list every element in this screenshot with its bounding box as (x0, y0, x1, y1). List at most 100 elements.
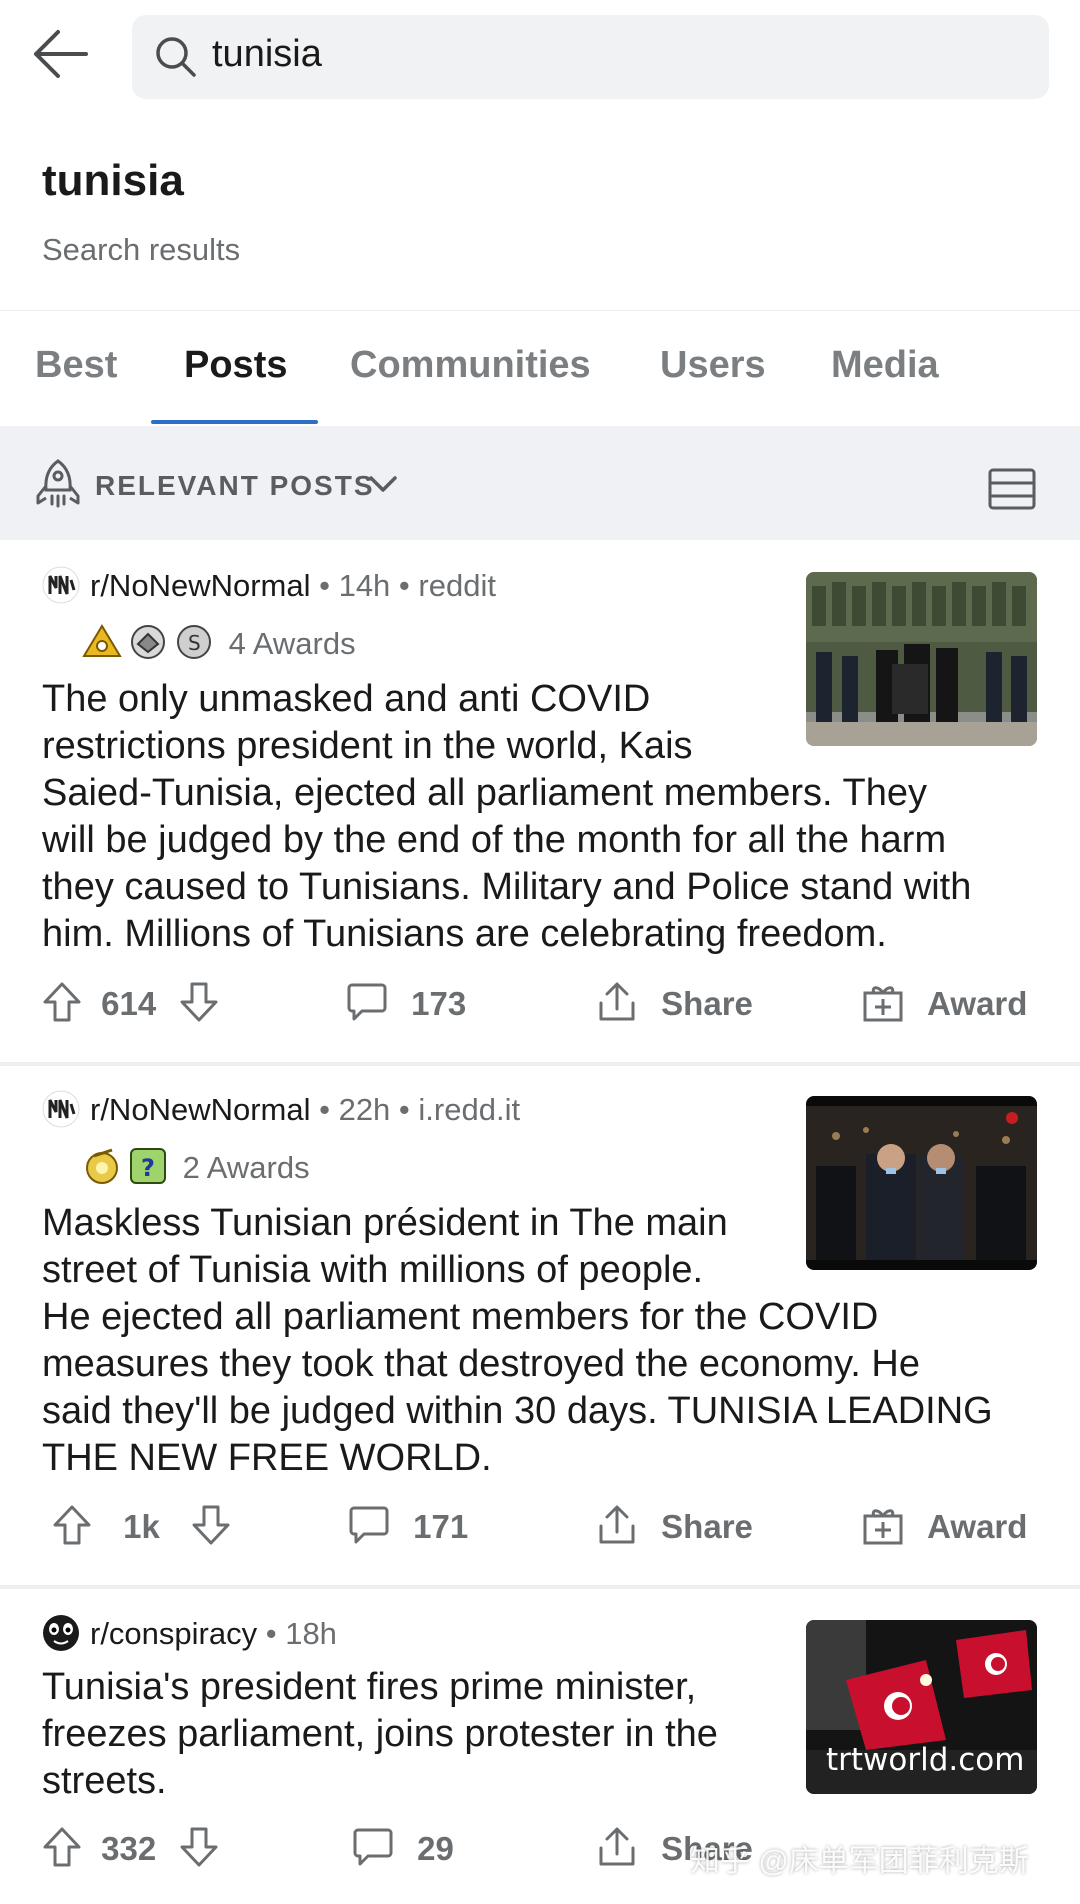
sort-bar: RELEVANT POSTS (0, 426, 1080, 540)
upvote-area: 332 (42, 1827, 219, 1872)
award-icon (128, 622, 168, 662)
post-divider (0, 1062, 1080, 1066)
watermark-text: 知乎 @床单军团菲利克斯 (690, 1845, 1029, 1878)
tab-media[interactable]: Media (831, 344, 939, 387)
post-thumbnail[interactable] (806, 572, 1037, 746)
comments-button[interactable]: 29 (352, 1828, 454, 1872)
subreddit-name[interactable]: r/NoNewNormal (90, 1092, 310, 1127)
post-age: 14h (338, 568, 391, 603)
post-domain: i.redd.it (418, 1092, 521, 1127)
award-label: Award (927, 985, 1028, 1022)
vote-count: 332 (101, 1830, 157, 1867)
divider (0, 310, 1080, 311)
title-line: Saied-Tunisia, ejected all parliament me… (42, 772, 927, 814)
title-line: Tunisia's president fires prime minister… (42, 1666, 697, 1708)
thumbnail-caption: trtworld.com (826, 1742, 1024, 1778)
award-icon: ? (128, 1146, 168, 1186)
title-line: freezes parliament, joins protester in t… (42, 1713, 718, 1755)
award-icon: S (174, 622, 214, 662)
title-line: they caused to Tunisians. Military and P… (42, 866, 972, 908)
title-line: measures they took that destroyed the ec… (42, 1343, 920, 1385)
tab-bar: Best Posts Communities Users Media (0, 312, 1080, 424)
svg-text:S: S (188, 631, 201, 655)
search-input[interactable]: tunisia (132, 15, 1049, 99)
comment-icon (349, 1506, 389, 1544)
tab-best[interactable]: Best (35, 344, 117, 387)
vote-count: 614 (101, 985, 157, 1022)
award-label: Award (927, 1508, 1028, 1545)
share-icon (599, 1505, 635, 1544)
comments-button[interactable]: 173 (346, 983, 467, 1027)
post-thumbnail[interactable]: trtworld.com (806, 1620, 1037, 1794)
title-line: will be judged by the end of the month f… (42, 819, 947, 861)
award-icon (82, 622, 122, 662)
awards-row[interactable]: ? 2 Awards (82, 1148, 310, 1190)
tab-posts[interactable]: Posts (184, 344, 287, 387)
chevron-down-icon[interactable] (368, 472, 398, 496)
post-meta: r/NoNewNormal • 22h • i.redd.it (42, 1090, 521, 1131)
awards-row[interactable]: S 4 Awards (82, 624, 356, 666)
share-icon (599, 1827, 635, 1866)
comment-count: 173 (411, 985, 467, 1022)
award-button[interactable]: Award (862, 1508, 1027, 1550)
post-domain: reddit (418, 568, 496, 603)
comments-button[interactable]: 171 (348, 1506, 469, 1550)
post-divider (0, 1585, 1080, 1589)
card-layout-icon[interactable] (988, 468, 1036, 510)
awards-count: 2 Awards (182, 1150, 310, 1186)
page-title: tunisia (42, 156, 184, 205)
sort-label[interactable]: RELEVANT POSTS (95, 470, 375, 502)
title-line: He ejected all parliament members for th… (42, 1296, 879, 1338)
share-label: Share (661, 985, 753, 1022)
gift-icon (863, 1509, 903, 1545)
subreddit-avatar[interactable] (42, 566, 80, 604)
comment-count: 29 (417, 1830, 454, 1867)
award-icon (82, 1146, 122, 1186)
upvote-icon[interactable] (52, 1504, 92, 1546)
gift-icon (863, 986, 903, 1022)
upvote-area: 1k (52, 1505, 231, 1550)
vote-count: 1k (123, 1508, 160, 1545)
tab-communities[interactable]: Communities (350, 344, 591, 387)
rocket-icon (34, 458, 82, 508)
share-button[interactable]: Share (596, 982, 753, 1027)
subreddit-avatar[interactable] (42, 1614, 80, 1652)
post-age: 18h (285, 1616, 337, 1651)
title-line: him. Millions of Tunisians are celebrati… (42, 913, 887, 955)
post-age: 22h (338, 1092, 391, 1127)
post-actions: 614 173 Share Award (0, 982, 1080, 1045)
subreddit-avatar[interactable] (42, 1090, 80, 1128)
subreddit-name[interactable]: r/conspiracy (90, 1616, 257, 1651)
post-actions: 1k 171 Share Award (0, 1505, 1080, 1568)
share-icon (599, 982, 635, 1021)
awards-count: 4 Awards (228, 626, 356, 662)
top-bar: tunisia (0, 0, 1080, 110)
downvote-icon[interactable] (179, 981, 219, 1023)
subreddit-name[interactable]: r/NoNewNormal (90, 568, 310, 603)
upvote-icon[interactable] (42, 1826, 82, 1868)
downvote-icon[interactable] (191, 1504, 231, 1546)
comment-icon (353, 1828, 393, 1866)
comment-count: 171 (413, 1508, 469, 1545)
post-meta: r/conspiracy • 18h (42, 1614, 337, 1655)
comment-icon (347, 983, 387, 1021)
title-line: said they'll be judged within 30 days. T… (42, 1390, 993, 1432)
post-title[interactable]: Tunisia's president fires prime minister… (42, 1664, 718, 1805)
page-subtitle: Search results (42, 232, 241, 267)
svg-text:?: ? (141, 1154, 155, 1182)
title-line: streets. (42, 1760, 167, 1802)
back-arrow-icon[interactable] (28, 22, 92, 86)
share-button[interactable]: Share (596, 1505, 753, 1550)
award-button[interactable]: Award (862, 985, 1027, 1027)
post-meta: r/NoNewNormal • 14h • reddit (42, 566, 496, 607)
share-label: Share (661, 1508, 753, 1545)
downvote-icon[interactable] (179, 1826, 219, 1868)
upvote-icon[interactable] (42, 981, 82, 1023)
search-icon (152, 33, 200, 81)
title-line: THE NEW FREE WORLD. (42, 1437, 492, 1479)
upvote-area: 614 (42, 982, 219, 1027)
search-query[interactable]: tunisia (212, 33, 322, 76)
post-thumbnail[interactable] (806, 1096, 1037, 1270)
tab-users[interactable]: Users (660, 344, 766, 387)
active-tab-indicator (151, 420, 318, 424)
